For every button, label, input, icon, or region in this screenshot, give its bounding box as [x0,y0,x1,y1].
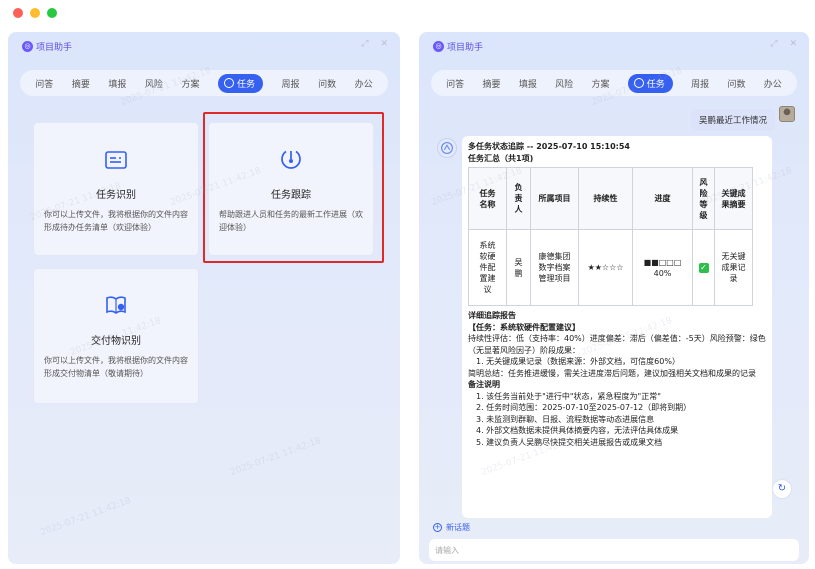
expand-icon[interactable]: ⤢ [361,39,368,49]
table-header-cell: 所属项目 [530,167,579,230]
task-summary-heading: 任务汇总（共1项) [468,153,534,163]
tab-office[interactable]: 办公 [355,74,373,93]
panel-window-controls: ⤢ ✕ [770,39,797,49]
tab-fill[interactable]: 填报 [519,74,537,93]
table-row: 系统软硬件配置建议 吴鹏 康德集团数字档案管理项目 ★★☆☆☆ ■■□□□ 40… [468,229,753,306]
new-topic-button[interactable]: + 新话题 [433,522,470,533]
progress-bar-glyphs: ■■□□□ [643,257,682,267]
notes-heading: 备注说明 [468,380,500,389]
watermark: 2025-07-21 11:42:18 [229,435,323,479]
window-controls [13,8,57,18]
watermark: 2025-07-21 11:42:18 [39,495,133,539]
selection-highlight-box [203,112,384,263]
tab-plan[interactable]: 方案 [181,74,199,93]
task-detail-title: 【任务：系统软硬件配置建议】 [468,322,580,332]
task-tab-icon [633,78,644,88]
tab-bar: 问答 摘要 填报 风险 方案 任务 周报 问数 办公 [20,70,388,96]
card-description: 你可以上传文件，我将根据你的文件内容形成交付物清单（敬请期待） [44,356,188,378]
table-header-row: 任务名称 负责人 所属项目 持续性 进度 风险等级 关键成果摘要 [468,167,753,230]
task-name-cell: 系统软硬件配置建议 [468,229,507,306]
tab-task-label: 任务 [646,79,665,90]
panel-window-controls: ⤢ ✕ [361,39,388,49]
tab-risk[interactable]: 风险 [145,74,163,93]
user-message: 吴鹏最近工作情况 [690,109,775,131]
close-window-button[interactable] [13,8,23,18]
panel-title: 项目助手 [447,43,484,53]
tab-fill[interactable]: 填报 [108,74,126,93]
green-check-icon: ✓ [698,263,709,273]
card-description: 你可以上传文件，我将根据你的文件内容形成待办任务清单（欢迎体验） [44,210,188,232]
key-result-cell: 无关键成果记录 [714,229,753,306]
achievement-item: 1. 无关键成果记录（数据来源：外部文档，可信度60%） [476,357,680,366]
tab-task[interactable]: 任务 [218,73,264,93]
assistant-logo-icon: ◎ [22,41,33,52]
expand-icon[interactable]: ⤢ [770,39,777,49]
response-heading: 多任务状态追踪 -- 2025-07-10 15:10:54 [468,142,630,151]
detail-report-heading: 详细追踪报告 [468,311,516,320]
task-tab-icon [224,78,234,88]
tab-data-query[interactable]: 问数 [727,74,745,93]
table-header-cell: 负责人 [506,167,531,230]
tab-risk[interactable]: 风险 [555,74,573,93]
table-header-cell: 持续性 [578,167,633,230]
note-item: 2. 任务时间范围：2025-07-10至2025-07-12（即将到期） [476,403,692,412]
user-avatar [779,106,795,122]
progress-cell: ■■□□□ 40% [632,229,693,306]
tab-task[interactable]: 任务 [627,73,673,93]
maximize-window-button[interactable] [47,8,57,18]
tab-weekly[interactable]: 周报 [691,74,709,93]
note-item: 1. 该任务当前处于"进行中"状态，紧急程度为"正常" [476,391,661,401]
task-summary-table: 任务名称 负责人 所属项目 持续性 进度 风险等级 关键成果摘要 系统软硬件配置… [468,167,753,306]
tab-plan[interactable]: 方案 [591,74,609,93]
form-list-icon [105,151,127,169]
task-menu-panel: ◎ 项目助手 ⤢ ✕ 问答 摘要 填报 风险 方案 任务 周报 问数 办公 任务… [8,32,400,564]
assessment-text: 持续性评估：低（支持率：40%）进度偏差：滞后（偏差值：-5天）风险预警：绿色（… [468,334,766,355]
tab-data-query[interactable]: 问数 [318,74,336,93]
deliverable-identify-card[interactable]: 交付物识别 你可以上传文件，我将根据你的文件内容形成交付物清单（敬请期待） [33,268,199,404]
chat-panel: ◎ 项目助手 ⤢ ✕ 问答 摘要 填报 风险 方案 任务 周报 问数 办公 吴鹏… [419,32,809,564]
continuity-cell: ★★☆☆☆ [578,229,633,306]
table-header-cell: 关键成果摘要 [714,167,753,230]
table-header-cell: 风险等级 [692,167,715,230]
tab-qa[interactable]: 问答 [35,74,53,93]
task-identify-card[interactable]: 任务识别 你可以上传文件，我将根据你的文件内容形成待办任务清单（欢迎体验） [33,122,199,256]
close-icon[interactable]: ✕ [380,39,388,49]
bot-avatar-icon [437,138,457,158]
tab-bar: 问答 摘要 填报 风险 方案 任务 周报 问数 办公 [431,70,797,96]
note-item: 3. 未监测到群聊、日报、流程数据等动态进展信息 [476,414,655,424]
panel-header: ◎ 项目助手 [433,40,483,53]
project-cell: 康德集团数字档案管理项目 [530,229,579,306]
close-icon[interactable]: ✕ [789,39,797,49]
card-title: 任务识别 [96,190,136,201]
card-title: 交付物识别 [91,336,141,347]
assistant-response: 多任务状态追踪 -- 2025-07-10 15:10:54 任务汇总（共1项)… [462,136,772,518]
plus-icon: + [433,523,442,532]
book-search-icon [106,296,126,314]
minimize-window-button[interactable] [30,8,40,18]
tab-summary[interactable]: 摘要 [72,74,90,93]
tab-qa[interactable]: 问答 [446,74,464,93]
panel-header: ◎ 项目助手 [22,40,72,53]
brief-summary: 简明总结：任务推进缓慢，需关注进度滞后问题，建议加强相关文档和成果的记录 [468,368,756,378]
table-header-cell: 进度 [632,167,693,230]
tab-summary[interactable]: 摘要 [482,74,500,93]
progress-percent: 40% [653,268,672,278]
new-topic-label: 新话题 [446,523,470,532]
note-item: 4. 外部文档数据未提供具体摘要内容，无法评估具体成果 [476,426,679,435]
tab-task-label: 任务 [237,79,256,90]
note-item: 5. 建议负责人吴鹏尽快提交相关进展报告或成果文档 [476,437,663,447]
regenerate-icon[interactable]: ↻ [773,480,791,498]
table-header-cell: 任务名称 [468,167,507,230]
tab-office[interactable]: 办公 [764,74,782,93]
panel-title: 项目助手 [36,43,73,53]
assistant-logo-icon: ◎ [433,41,444,52]
tab-weekly[interactable]: 周报 [282,74,300,93]
chat-input[interactable]: 请输入 [429,539,799,561]
risk-level-cell: ✓ [692,229,715,306]
owner-cell: 吴鹏 [506,229,531,306]
